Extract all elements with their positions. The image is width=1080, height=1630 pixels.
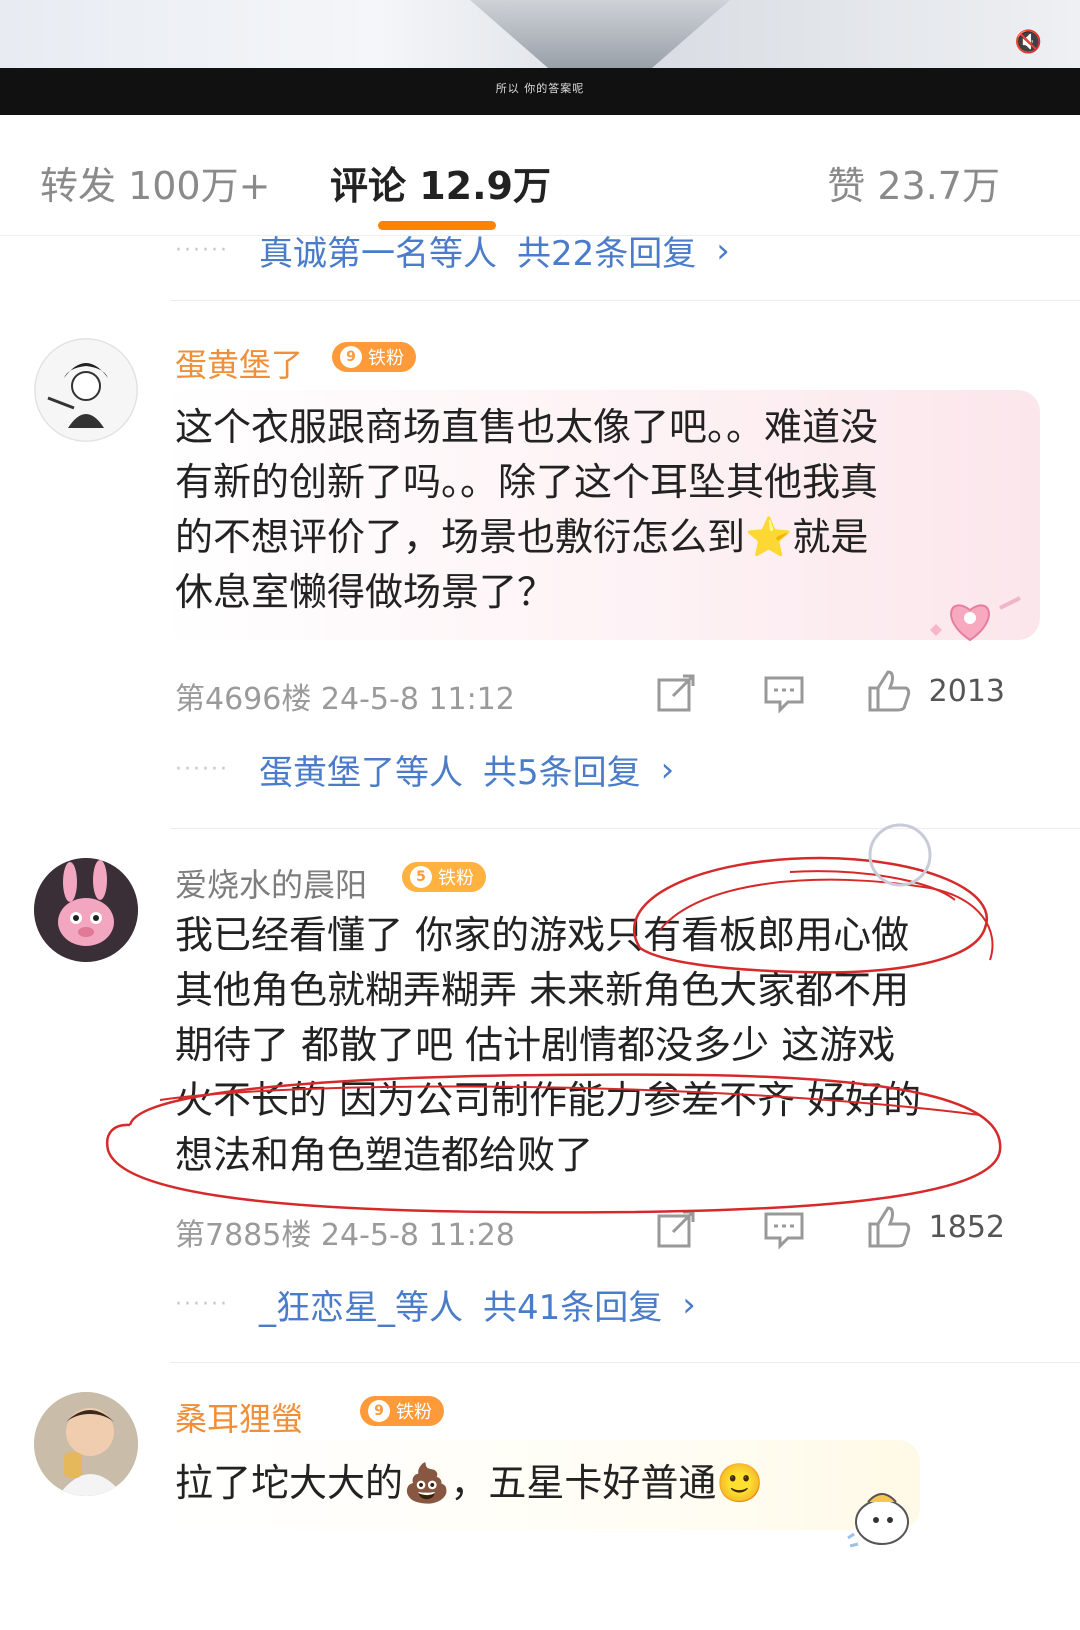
red-annotation-marks [105,823,1002,1214]
